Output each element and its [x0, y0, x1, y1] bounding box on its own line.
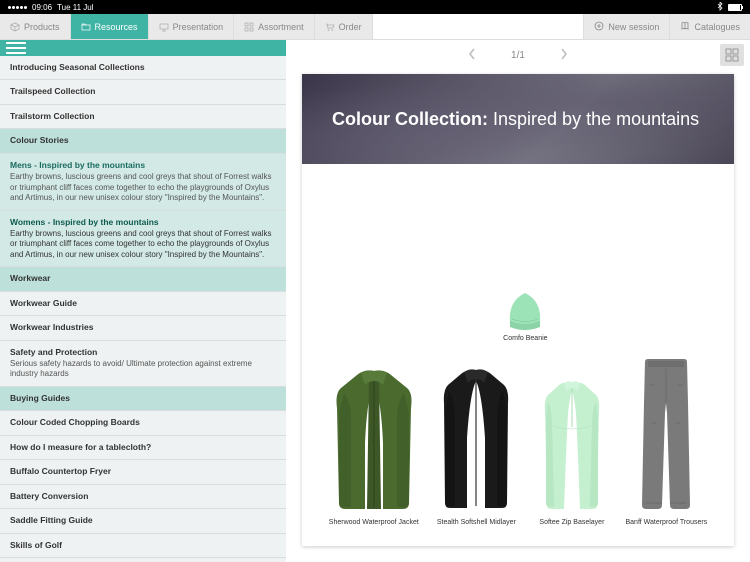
pager: 1/1 — [286, 40, 750, 70]
next-page-button[interactable] — [555, 43, 573, 68]
sidebar-item-title: Colour Stories — [10, 135, 276, 146]
new-session-button[interactable]: New session — [583, 14, 669, 39]
sidebar-item[interactable]: Womens - Inspired by the mountainsEarthy… — [0, 211, 286, 268]
tab-order[interactable]: Order — [315, 14, 373, 39]
sidebar-item-title: Buffalo Countertop Fryer — [10, 466, 276, 477]
tab-presentation[interactable]: Presentation — [149, 14, 235, 39]
sidebar-item[interactable]: Skills of Golf — [0, 534, 286, 558]
tab-label: Products — [24, 22, 60, 32]
sidebar-item-title: Battery Conversion — [10, 491, 276, 502]
cart-icon — [325, 22, 335, 32]
sidebar-item[interactable]: Workwear Guide — [0, 292, 286, 316]
sidebar-item-title: Colour Coded Chopping Boards — [10, 417, 276, 428]
sidebar-item-title: Saddle Fitting Guide — [10, 515, 276, 526]
sidebar-item-desc: Earthy browns, luscious greens and cool … — [10, 172, 276, 203]
baselayer-image — [534, 373, 610, 513]
status-time: 09:06 — [32, 3, 52, 12]
sidebar-item-title: How do I measure for a tablecloth? — [10, 442, 276, 453]
content-area: 1/1 Colour Collection: Inspired by the m… — [286, 40, 750, 562]
sidebar-item[interactable]: How do I measure for a tablecloth? — [0, 436, 286, 460]
sidebar-item[interactable]: Workwear Industries — [0, 316, 286, 340]
sidebar-item[interactable]: Colour Coded Chopping Boards — [0, 411, 286, 435]
product-item: Banff Waterproof Trousers — [625, 353, 707, 526]
signal-icon — [8, 6, 27, 9]
sidebar-item[interactable]: Trailstorm Collection — [0, 105, 286, 129]
product-label: Softee Zip Baselayer — [539, 519, 604, 526]
tab-label: Order — [339, 22, 362, 32]
page-indicator: 1/1 — [511, 50, 525, 61]
grid-icon — [244, 22, 254, 32]
sidebar-item-title: Skills of Golf — [10, 540, 276, 551]
sidebar-item-title: Introducing Seasonal Collections — [10, 62, 276, 73]
tab-label: Assortment — [258, 22, 304, 32]
product-item: Softee Zip Baselayer — [534, 373, 610, 526]
slide: Colour Collection: Inspired by the mount… — [302, 74, 734, 546]
presentation-icon — [159, 22, 169, 32]
bluetooth-icon — [717, 2, 723, 13]
prev-page-button[interactable] — [463, 43, 481, 68]
sidebar-item-title: Workwear — [10, 273, 276, 284]
sidebar-item-desc: Earthy browns, luscious greens and cool … — [10, 229, 276, 260]
hamburger-icon[interactable] — [6, 40, 26, 56]
sidebar-item[interactable]: Trailspeed Collection — [0, 80, 286, 104]
product-item: Sherwood Waterproof Jacket — [329, 363, 419, 526]
product-grid: Sherwood Waterproof Jacket Comfo Beanie — [302, 164, 734, 546]
sidebar-item-title: Trailstorm Collection — [10, 111, 276, 122]
product-label: Stealth Softshell Midlayer — [437, 519, 516, 526]
status-date: Tue 11 Jul — [57, 3, 93, 12]
sidebar[interactable]: Introducing Seasonal Collections Trailspe… — [0, 40, 286, 562]
sidebar-item-title: Trailspeed Collection — [10, 86, 276, 97]
midlayer-image — [434, 363, 518, 513]
sidebar-item-title: Mens - Inspired by the mountains — [10, 160, 276, 171]
sidebar-item-title: Womens - Inspired by the mountains — [10, 217, 276, 228]
sidebar-item[interactable]: Mens - Inspired by the mountainsEarthy b… — [0, 154, 286, 211]
tab-products[interactable]: Products — [0, 14, 71, 39]
sidebar-item[interactable]: Buying Guides — [0, 387, 286, 411]
btn-label: Catalogues — [694, 22, 740, 32]
sidebar-item-title: Safety and Protection — [10, 347, 276, 358]
sidebar-item[interactable]: How to Choose the Right Size Plate Carri… — [0, 558, 286, 562]
beanie-image — [502, 283, 548, 333]
plus-circle-icon — [594, 21, 604, 33]
product-label: Sherwood Waterproof Jacket — [329, 519, 419, 526]
slide-hero: Colour Collection: Inspired by the mount… — [302, 74, 734, 164]
product-label: Banff Waterproof Trousers — [625, 519, 707, 526]
sidebar-item-title: Buying Guides — [10, 393, 276, 404]
sidebar-item[interactable]: Introducing Seasonal Collections — [0, 56, 286, 80]
slide-title: Colour Collection: Inspired by the mount… — [332, 109, 699, 130]
sidebar-item[interactable]: Safety and ProtectionSerious safety haza… — [0, 341, 286, 387]
btn-label: New session — [608, 22, 659, 32]
book-icon — [680, 21, 690, 33]
battery-icon — [728, 4, 742, 11]
grid-icon — [725, 48, 739, 62]
sidebar-item[interactable]: Colour Stories — [0, 129, 286, 153]
grid-view-button[interactable] — [720, 44, 744, 66]
tab-assortment[interactable]: Assortment — [234, 14, 315, 39]
catalogues-button[interactable]: Catalogues — [669, 14, 750, 39]
cube-icon — [10, 22, 20, 32]
sidebar-item[interactable]: Saddle Fitting Guide — [0, 509, 286, 533]
folder-icon — [81, 22, 91, 32]
sidebar-item-title: Workwear Guide — [10, 298, 276, 309]
sidebar-item-title: Workwear Industries — [10, 322, 276, 333]
tab-label: Resources — [95, 22, 138, 32]
sidebar-item-desc: Serious safety hazards to avoid/ Ultimat… — [10, 359, 276, 380]
product-item: Comfo Beanie Stealth Softshell Midlayer — [434, 363, 518, 526]
ios-status-bar: 09:06 Tue 11 Jul — [0, 0, 750, 14]
tab-label: Presentation — [173, 22, 224, 32]
product-label: Comfo Beanie — [503, 335, 547, 342]
trousers-image — [632, 353, 700, 513]
top-nav: Products Resources Presentation Assortme… — [0, 14, 750, 40]
sidebar-item[interactable]: Buffalo Countertop Fryer — [0, 460, 286, 484]
jacket-image — [329, 363, 419, 513]
tab-resources[interactable]: Resources — [71, 14, 149, 39]
sidebar-header — [0, 40, 286, 56]
sidebar-item[interactable]: Workwear — [0, 267, 286, 291]
sidebar-item[interactable]: Battery Conversion — [0, 485, 286, 509]
